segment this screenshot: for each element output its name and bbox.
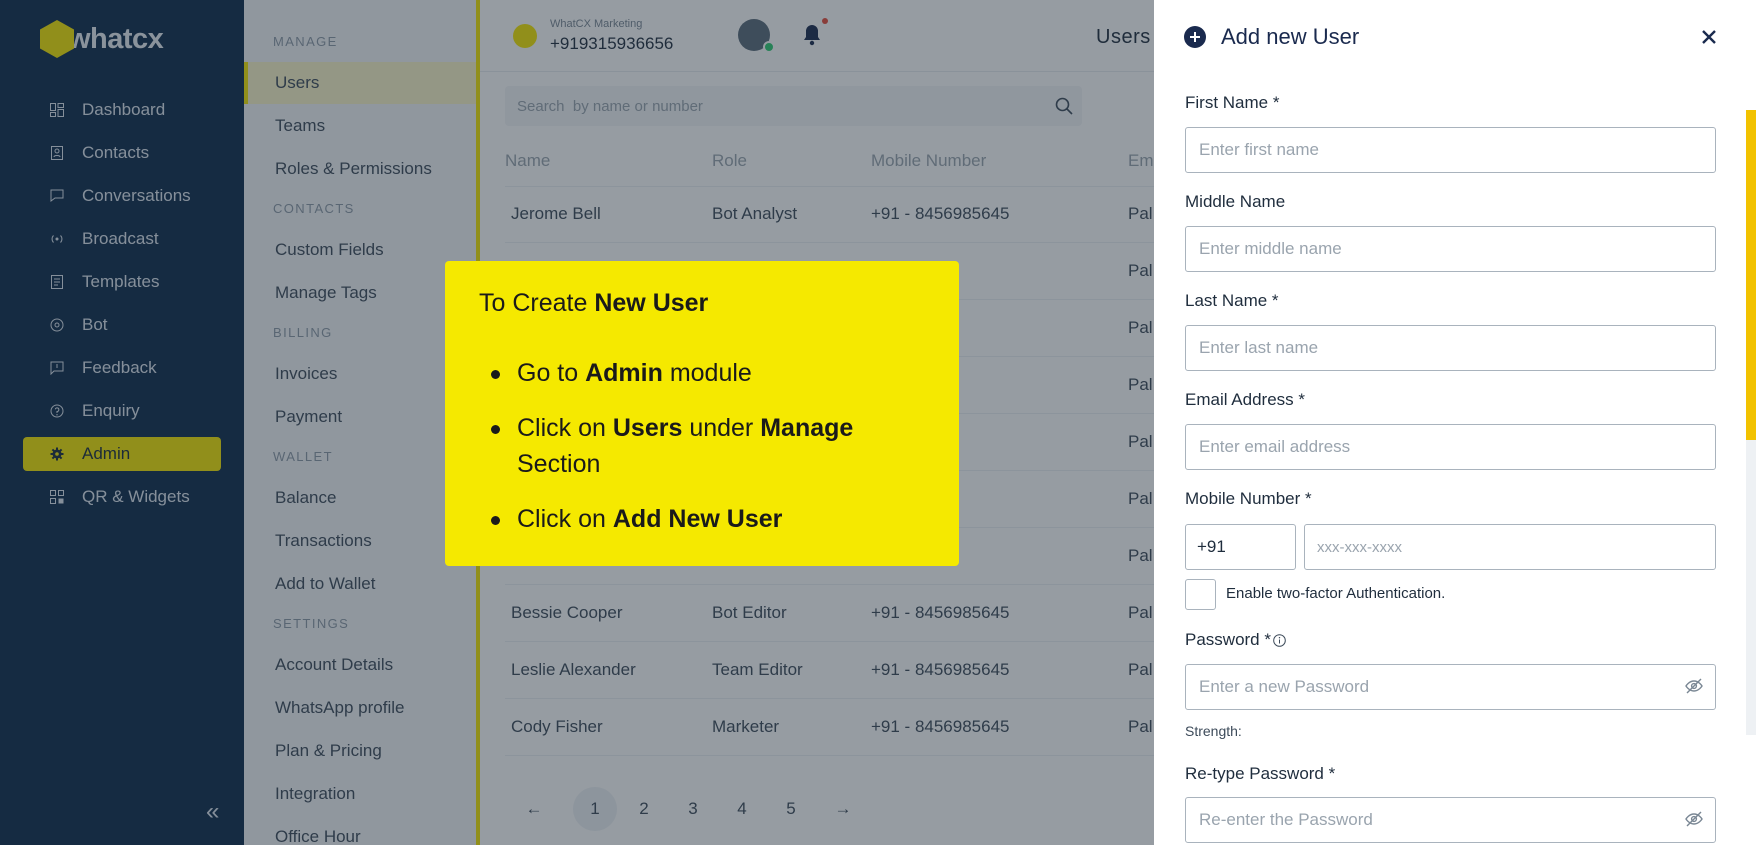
step-bold-text: Users <box>612 414 683 442</box>
step-text: Click on <box>517 505 613 533</box>
callout-title-bold: New User <box>594 289 709 317</box>
callout-step-2: Click on Users under Manage Section <box>479 410 919 482</box>
password-label: Password * <box>1185 630 1271 649</box>
step-text: Section <box>517 450 601 478</box>
retype-password-input[interactable] <box>1185 797 1716 843</box>
step-text: Go to <box>517 359 586 387</box>
plus-circle-icon <box>1184 26 1206 48</box>
callout-step-3: Click on Add New User <box>479 501 919 537</box>
step-bold-text: Admin <box>585 359 663 387</box>
mobile-label: Mobile Number * <box>1185 489 1312 508</box>
callout-step-1: Go to Admin module <box>479 355 919 391</box>
step-text: module <box>662 359 752 387</box>
two-factor-checkbox[interactable] <box>1185 579 1216 610</box>
email-label: Email Address * <box>1185 390 1305 409</box>
step-bold-text: Manage <box>760 414 854 442</box>
step-text: under <box>682 414 761 442</box>
two-factor-label: Enable two-factor Authentication. <box>1226 585 1446 602</box>
country-code-select[interactable]: +91 <box>1185 524 1296 570</box>
close-icon[interactable] <box>1692 20 1726 54</box>
step-text: Click on <box>517 414 613 442</box>
scrollbar-thumb[interactable] <box>1746 110 1756 440</box>
middle-name-input[interactable] <box>1185 226 1716 272</box>
last-name-input[interactable] <box>1185 325 1716 371</box>
eye-off-icon[interactable] <box>1685 811 1703 832</box>
first-name-label: First Name * <box>1185 93 1280 112</box>
callout-title: To Create New User <box>479 289 708 318</box>
last-name-label: Last Name * <box>1185 291 1279 310</box>
email-input[interactable] <box>1185 424 1716 470</box>
callout-steps: Go to Admin module Click on Users under … <box>479 355 919 556</box>
middle-name-label: Middle Name <box>1185 192 1286 211</box>
callout-title-prefix: To Create <box>479 289 595 317</box>
drawer-title: Add new User <box>1221 24 1360 49</box>
password-input[interactable] <box>1185 664 1716 710</box>
password-strength-label: Strength: <box>1185 723 1242 739</box>
first-name-input[interactable] <box>1185 127 1716 173</box>
mobile-number-input[interactable] <box>1304 524 1716 570</box>
step-bold-text: Add New User <box>612 505 783 533</box>
info-icon[interactable] <box>1273 634 1286 652</box>
eye-off-icon[interactable] <box>1685 678 1703 699</box>
instruction-callout: To Create New User Go to Admin module Cl… <box>445 261 959 566</box>
retype-password-label: Re-type Password * <box>1185 764 1336 783</box>
add-user-drawer: Add new User First Name * Middle Name La… <box>1154 0 1756 845</box>
